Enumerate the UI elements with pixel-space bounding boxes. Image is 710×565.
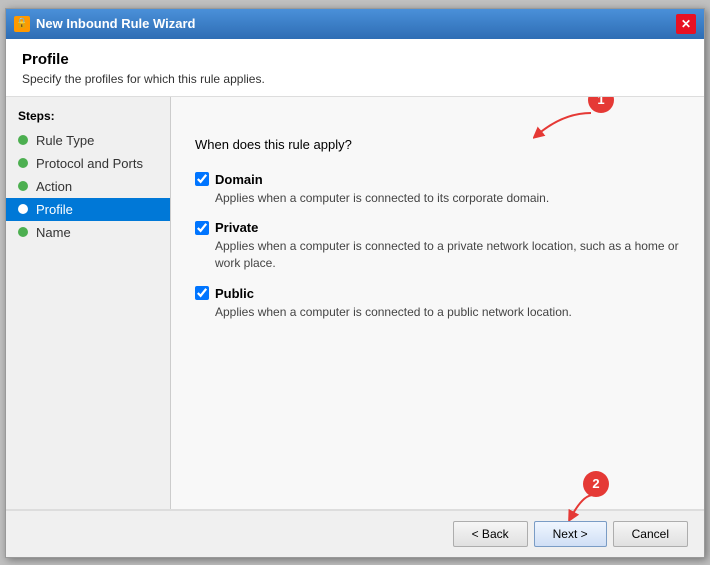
sidebar-item-profile[interactable]: Profile [6, 198, 170, 221]
annotation-1-area: 1 [588, 97, 614, 113]
sidebar-item-name[interactable]: Name [6, 221, 170, 244]
domain-checkbox[interactable] [195, 172, 209, 186]
sidebar-item-protocol-ports[interactable]: Protocol and Ports [6, 152, 170, 175]
step-dot [18, 204, 28, 214]
annotation-2-area: 2 [583, 471, 609, 497]
step-dot [18, 135, 28, 145]
step-dot [18, 158, 28, 168]
public-description: Applies when a computer is connected to … [215, 304, 680, 321]
content-area: Steps: Rule Type Protocol and Ports Acti… [6, 97, 704, 509]
page-subtitle: Specify the profiles for which this rule… [22, 72, 688, 86]
cancel-button[interactable]: Cancel [613, 521, 688, 547]
steps-label: Steps: [6, 109, 170, 129]
domain-label: Domain [215, 172, 263, 187]
option-public-header: Public [195, 286, 680, 301]
sidebar-item-label: Rule Type [36, 133, 94, 148]
footer: 2 < Back Next > Cancel [6, 509, 704, 557]
option-private-header: Private [195, 220, 680, 235]
window-icon: 🔒 [14, 16, 30, 32]
annotation-1-arrow [533, 109, 593, 139]
step-dot [18, 181, 28, 191]
sidebar-item-rule-type[interactable]: Rule Type [6, 129, 170, 152]
window-title: New Inbound Rule Wizard [36, 16, 670, 31]
back-button[interactable]: < Back [453, 521, 528, 547]
wizard-window: 🔒 New Inbound Rule Wizard ✕ Profile Spec… [5, 8, 705, 558]
option-private: Private Applies when a computer is conne… [195, 220, 680, 272]
sidebar-item-label: Profile [36, 202, 73, 217]
sidebar-item-label: Name [36, 225, 71, 240]
sidebar-item-label: Action [36, 179, 72, 194]
option-group: Domain Applies when a computer is connec… [195, 172, 680, 321]
private-label: Private [215, 220, 258, 235]
private-description: Applies when a computer is connected to … [215, 238, 680, 272]
sidebar-item-label: Protocol and Ports [36, 156, 143, 171]
sidebar-item-action[interactable]: Action [6, 175, 170, 198]
step-dot [18, 227, 28, 237]
main-content: 1 When does this rule apply? [171, 97, 704, 509]
private-checkbox[interactable] [195, 221, 209, 235]
public-checkbox[interactable] [195, 286, 209, 300]
option-public: Public Applies when a computer is connec… [195, 286, 680, 321]
header-section: Profile Specify the profiles for which t… [6, 39, 704, 97]
domain-description: Applies when a computer is connected to … [215, 190, 680, 207]
sidebar: Steps: Rule Type Protocol and Ports Acti… [6, 97, 171, 509]
page-title: Profile [22, 51, 688, 68]
option-domain: Domain Applies when a computer is connec… [195, 172, 680, 207]
annotation-2-arrow [563, 491, 603, 521]
question-text: When does this rule apply? [195, 137, 680, 152]
next-button[interactable]: Next > [534, 521, 607, 547]
close-button[interactable]: ✕ [676, 14, 696, 34]
public-label: Public [215, 286, 254, 301]
title-bar: 🔒 New Inbound Rule Wizard ✕ [6, 9, 704, 39]
option-domain-header: Domain [195, 172, 680, 187]
